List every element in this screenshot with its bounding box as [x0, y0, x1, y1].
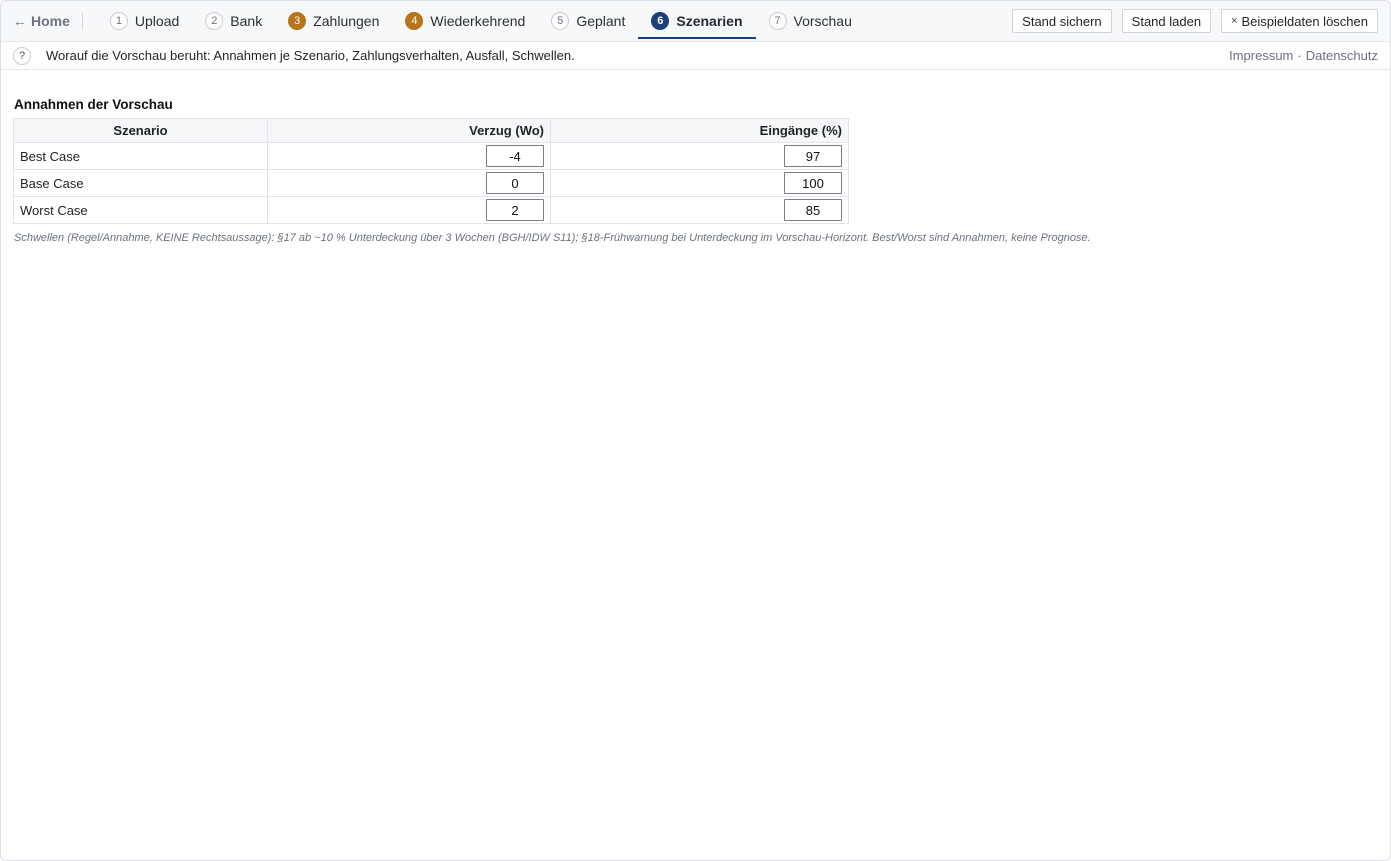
tab-label: Geplant [576, 13, 626, 29]
step-number-badge: 2 [205, 12, 224, 30]
home-link[interactable]: ← Home [13, 12, 83, 30]
delay-cell [267, 142, 551, 170]
step-tabs: 1 Upload 2 Bank 3 Zahlungen 4 Wiederkehr… [97, 1, 865, 41]
legal-links: Impressum · Datenschutz [1229, 48, 1378, 63]
step-number-badge: 5 [551, 12, 570, 30]
column-header-delay: Verzug (Wo) [267, 118, 551, 143]
tab-szenarien[interactable]: 6 Szenarien [638, 1, 756, 41]
tab-bank[interactable]: 2 Bank [192, 1, 275, 41]
top-navigation: ← Home 1 Upload 2 Bank 3 Zahlungen 4 Wie… [1, 1, 1390, 42]
tab-label: Zahlungen [313, 13, 380, 29]
help-icon[interactable]: ? [13, 46, 31, 65]
imprint-link[interactable]: Impressum [1229, 48, 1293, 63]
scenario-name: Best Case [13, 142, 268, 170]
assumptions-table: Szenario Verzug (Wo) Eingänge (%) Best C… [13, 118, 849, 224]
legal-separator: · [1297, 48, 1302, 63]
receipts-cell [550, 169, 849, 197]
step-number-badge: 3 [288, 12, 307, 30]
section-title: Annahmen der Vorschau [14, 97, 173, 112]
step-number-badge: 1 [109, 12, 128, 30]
app-window: ← Home 1 Upload 2 Bank 3 Zahlungen 4 Wie… [0, 0, 1391, 861]
table-header-row: Szenario Verzug (Wo) Eingänge (%) [13, 118, 849, 143]
scenario-name: Worst Case [13, 196, 268, 224]
tab-label: Upload [134, 13, 180, 29]
save-state-button[interactable]: Stand sichern [1012, 9, 1112, 33]
close-icon: × [1231, 15, 1238, 27]
step-number-badge: 4 [405, 12, 424, 30]
tab-upload[interactable]: 1 Upload [97, 1, 192, 41]
privacy-link[interactable]: Datenschutz [1306, 48, 1378, 63]
info-text: Worauf die Vorschau beruht: Annahmen je … [46, 48, 575, 63]
clear-sample-data-label: Beispieldaten löschen [1241, 13, 1368, 29]
table-row: Base Case [13, 169, 849, 197]
tab-vorschau[interactable]: 7 Vorschau [756, 1, 865, 41]
home-label: Home [31, 13, 70, 29]
tab-label: Wiederkehrend [430, 13, 526, 29]
info-bar: ? Worauf die Vorschau beruht: Annahmen j… [1, 42, 1390, 70]
delay-input[interactable] [486, 172, 544, 194]
step-number-badge: 7 [768, 12, 787, 30]
main-content: Annahmen der Vorschau Szenario Verzug (W… [1, 70, 1390, 244]
table-row: Best Case [13, 142, 849, 170]
tab-wiederkehrend[interactable]: 4 Wiederkehrend [392, 1, 538, 41]
tab-label: Szenarien [676, 13, 743, 29]
table-row: Worst Case [13, 196, 849, 224]
thresholds-footnote: Schwellen (Regel/Annahme, KEINE Rechtsau… [14, 232, 1091, 244]
receipts-input[interactable] [784, 172, 842, 194]
delay-input[interactable] [486, 199, 544, 221]
receipts-input[interactable] [784, 145, 842, 167]
receipts-cell [550, 142, 849, 170]
delay-cell [267, 196, 551, 224]
tab-label: Vorschau [793, 13, 852, 29]
tab-zahlungen[interactable]: 3 Zahlungen [275, 1, 392, 41]
column-header-scenario: Szenario [13, 118, 268, 143]
tab-label: Bank [230, 13, 263, 29]
tab-geplant[interactable]: 5 Geplant [538, 1, 638, 41]
receipts-cell [550, 196, 849, 224]
load-state-button[interactable]: Stand laden [1121, 9, 1212, 33]
toolbar-actions: Stand sichern Stand laden × Beispieldate… [1012, 9, 1378, 33]
receipts-input[interactable] [784, 199, 842, 221]
step-number-badge: 6 [651, 12, 670, 30]
delay-input[interactable] [486, 145, 544, 167]
clear-sample-data-button[interactable]: × Beispieldaten löschen [1221, 9, 1378, 33]
column-header-receipts: Eingänge (%) [550, 118, 849, 143]
scenario-name: Base Case [13, 169, 268, 197]
back-arrow-icon: ← [13, 13, 27, 29]
delay-cell [267, 169, 551, 197]
